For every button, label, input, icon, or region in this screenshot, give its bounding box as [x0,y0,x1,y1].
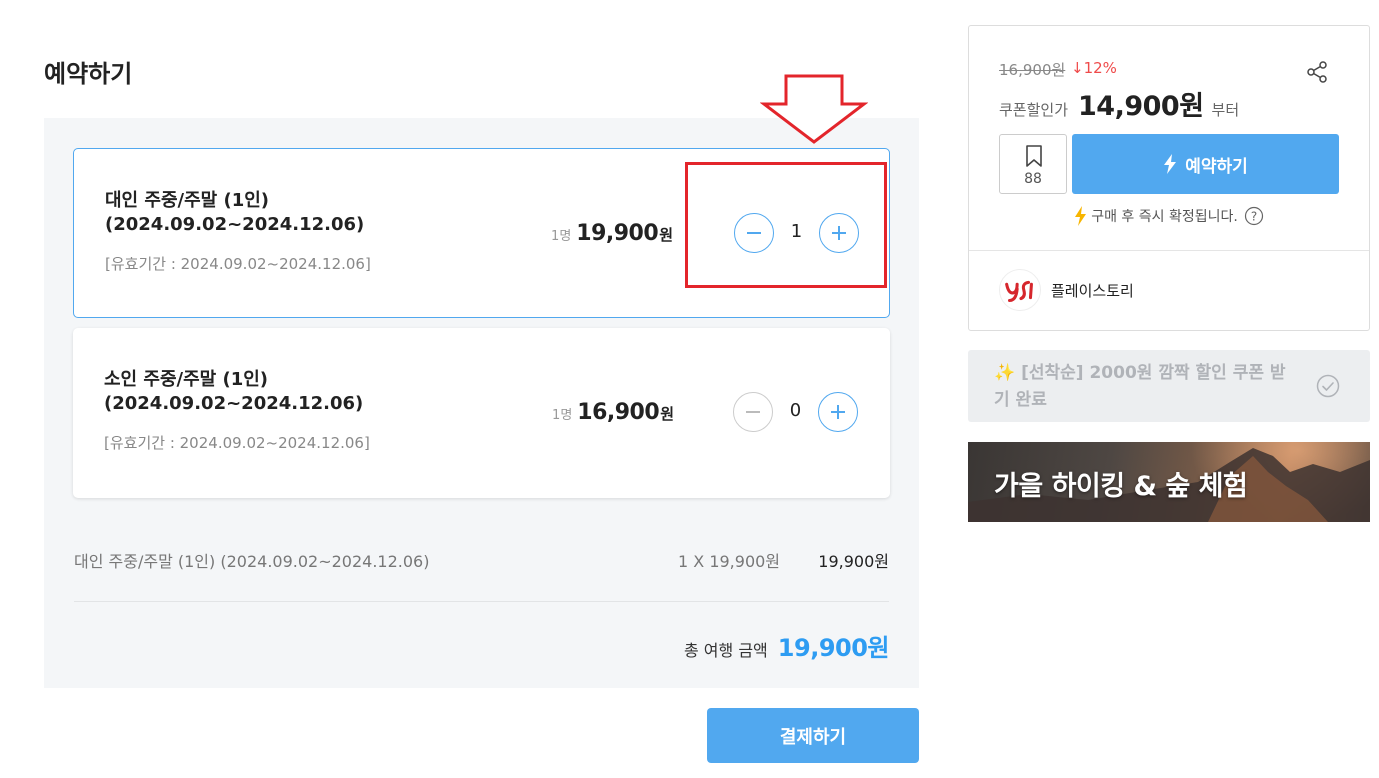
summary-qty-price: 1 X 19,900원 [678,552,781,571]
option-name-line1: 소인 주중/주말 (1인) [104,369,269,390]
instant-confirm-note: 구매 후 즉시 확정됩니다. ? [969,206,1369,226]
bolt-icon [1164,154,1177,174]
promo-banner[interactable]: 가을 하이킹 & 숲 체험 [968,442,1370,522]
instant-note-text: 구매 후 즉시 확정됩니다. [1091,209,1238,225]
bolt-icon [1075,206,1087,226]
quantity-stepper: 0 [733,392,859,434]
option-validity: [유효기간 : 2024.09.02~2024.12.06] [104,434,370,452]
help-icon[interactable]: ? [1244,206,1264,226]
quantity-value: 0 [789,400,802,421]
minus-icon [746,411,760,413]
coupon-status-box[interactable]: ✨ [선착순] 2000원 깜짝 할인 쿠폰 받기 완료 [968,350,1370,422]
seller-logo [999,269,1041,311]
divider [74,601,889,602]
option-price-amount: 16,900 [577,400,660,425]
bookmark-count: 88 [1024,171,1042,187]
option-price-amount: 19,900 [576,221,659,246]
increase-button[interactable] [818,392,858,432]
discount-rate: ↓12% [1071,59,1117,77]
option-price: 1명 16,900 원 [552,400,674,425]
down-arrow-annotation [760,74,868,144]
coupon-status-text: ✨ [선착순] 2000원 깜짝 할인 쿠폰 받기 완료 [994,363,1286,410]
option-price: 1명 19,900 원 [551,221,673,246]
reserve-button-label: 예약하기 [1185,156,1248,177]
svg-text:?: ? [1251,210,1257,224]
pay-button[interactable]: 결제하기 [707,708,919,763]
option-name: 소인 주중/주말 (1인) (2024.09.02~2024.12.06) [104,368,363,416]
banner-text: 가을 하이킹 & 숲 체험 [994,471,1248,502]
coupon-suffix: 부터 [1211,101,1240,119]
reserve-button[interactable]: 예약하기 [1072,134,1339,194]
coupon-price-line: 쿠폰할인가 14,900원 부터 [999,84,1239,123]
product-side-card: 16,900원 ↓12% 쿠폰할인가 14,900원 부터 88 예약하기 구매… [968,25,1370,331]
total-label: 총 여행 금액 [684,641,768,660]
option-price-currency: 원 [660,405,674,423]
option-price-currency: 원 [659,226,673,244]
summary-item-total: 19,900원 [818,552,889,571]
option-price-unit: 1명 [551,229,572,244]
coupon-price: 14,900원 [1078,91,1204,122]
option-name: 대인 주중/주말 (1인) (2024.09.02~2024.12.06) [105,189,364,237]
option-name-line2: (2024.09.02~2024.12.06) [105,214,365,235]
page-title: 예약하기 [44,60,133,88]
option-card-child[interactable]: 소인 주중/주말 (1인) (2024.09.02~2024.12.06) [유… [73,328,890,498]
option-name-line2: (2024.09.02~2024.12.06) [104,393,364,414]
highlight-box-annotation [685,162,887,288]
original-price: 16,900원 [999,61,1066,79]
summary-item-name: 대인 주중/주말 (1인) (2024.09.02~2024.12.06) [74,552,430,571]
plus-icon [831,405,845,419]
coupon-label: 쿠폰할인가 [999,101,1069,119]
decrease-button[interactable] [733,392,773,432]
option-validity: [유효기간 : 2024.09.02~2024.12.06] [105,255,371,273]
option-name-line1: 대인 주중/주말 (1인) [105,190,270,211]
seller-name[interactable]: 플레이스토리 [1051,280,1134,301]
bookmark-icon [1026,145,1042,167]
check-circle-icon [1316,374,1340,398]
option-price-unit: 1명 [552,408,573,423]
share-icon[interactable] [1305,60,1329,84]
divider [969,250,1369,251]
total-amount: 19,900원 [777,634,890,662]
bookmark-button[interactable]: 88 [999,134,1067,194]
